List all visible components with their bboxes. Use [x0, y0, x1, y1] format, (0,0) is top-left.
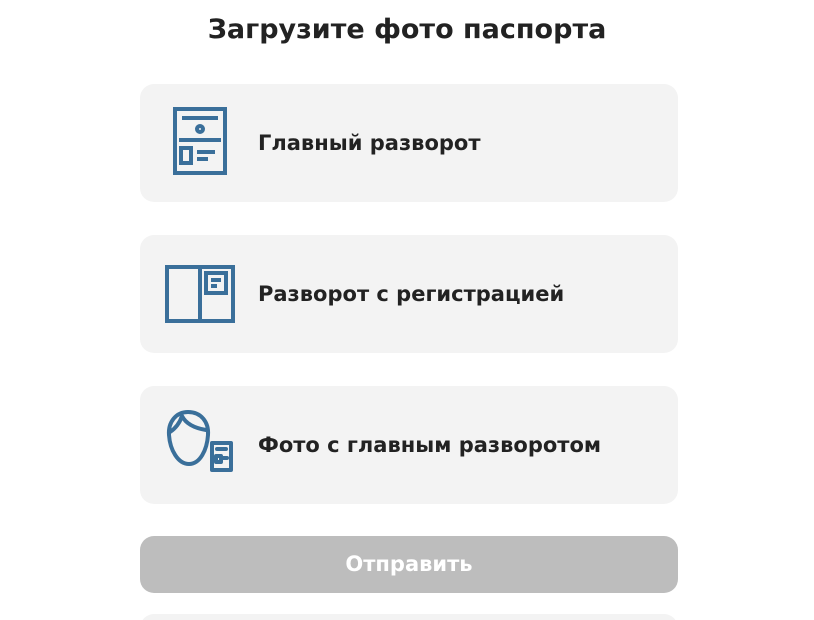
page-title: Загрузите фото паспорта — [207, 14, 607, 45]
next-option-card-partial[interactable] — [140, 614, 678, 620]
passport-main-page-icon — [162, 106, 236, 180]
selfie-with-passport-icon — [162, 408, 236, 482]
option-main-page[interactable]: Главный разворот — [140, 84, 678, 202]
option-registration-spread-label: Разворот с регистрацией — [258, 282, 565, 306]
submit-button[interactable]: Отправить — [140, 536, 678, 593]
upload-passport-page: Загрузите фото паспорта Главный разворот — [0, 0, 814, 620]
option-registration-spread[interactable]: Разворот с регистрацией — [140, 235, 678, 353]
option-main-page-label: Главный разворот — [258, 131, 481, 155]
option-selfie-with-passport-label: Фото с главным разворотом — [258, 433, 602, 457]
option-selfie-with-passport[interactable]: Фото с главным разворотом — [140, 386, 678, 504]
passport-registration-spread-icon — [162, 257, 236, 331]
